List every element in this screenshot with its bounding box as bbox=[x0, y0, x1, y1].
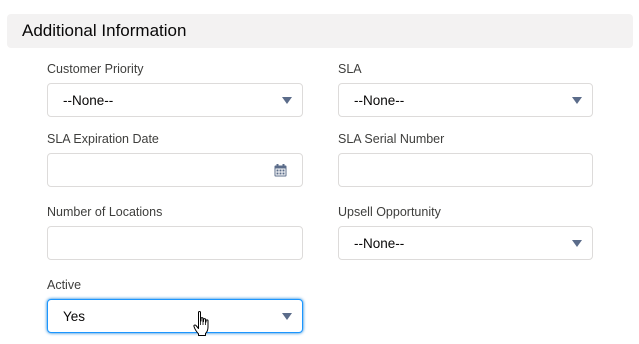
sla-label: SLA bbox=[338, 62, 362, 76]
active-value: Yes bbox=[63, 309, 86, 324]
record-edit-form: Additional Information Customer Priority… bbox=[0, 0, 639, 344]
customer-priority-field: Customer Priority --None-- bbox=[47, 61, 303, 117]
section-header-additional-information[interactable]: Additional Information bbox=[7, 14, 633, 48]
sla-serial-number-field: SLA Serial Number bbox=[338, 131, 593, 187]
sla-serial-number-label: SLA Serial Number bbox=[338, 132, 445, 146]
number-of-locations-label: Number of Locations bbox=[47, 205, 163, 219]
customer-priority-value: --None-- bbox=[63, 93, 114, 108]
chevron-down-icon bbox=[282, 97, 292, 104]
upsell-opportunity-field: Upsell Opportunity --None-- bbox=[338, 204, 593, 260]
active-label: Active bbox=[47, 278, 82, 292]
upsell-opportunity-value: --None-- bbox=[354, 236, 405, 251]
customer-priority-label: Customer Priority bbox=[47, 62, 144, 76]
chevron-down-icon bbox=[572, 97, 582, 104]
sla-serial-number-input[interactable] bbox=[338, 153, 593, 187]
number-of-locations-input[interactable] bbox=[47, 226, 303, 260]
active-field: Active Yes bbox=[47, 277, 303, 333]
upsell-opportunity-select[interactable]: --None-- bbox=[338, 226, 593, 260]
active-select[interactable]: Yes bbox=[47, 299, 303, 333]
sla-value: --None-- bbox=[354, 93, 405, 108]
section-title: Additional Information bbox=[22, 21, 187, 40]
chevron-down-icon bbox=[282, 313, 292, 320]
chevron-down-icon bbox=[572, 240, 582, 247]
sla-expiration-date-label: SLA Expiration Date bbox=[47, 132, 159, 146]
sla-expiration-date-input[interactable] bbox=[47, 153, 303, 187]
hand-cursor-icon bbox=[193, 311, 209, 336]
customer-priority-select[interactable]: --None-- bbox=[47, 83, 303, 117]
sla-field: SLA --None-- bbox=[338, 61, 593, 117]
sla-select[interactable]: --None-- bbox=[338, 83, 593, 117]
upsell-opportunity-label: Upsell Opportunity bbox=[338, 205, 441, 219]
number-of-locations-field: Number of Locations bbox=[47, 204, 303, 260]
calendar-icon[interactable] bbox=[274, 164, 287, 177]
sla-expiration-date-field: SLA Expiration Date bbox=[47, 131, 303, 187]
